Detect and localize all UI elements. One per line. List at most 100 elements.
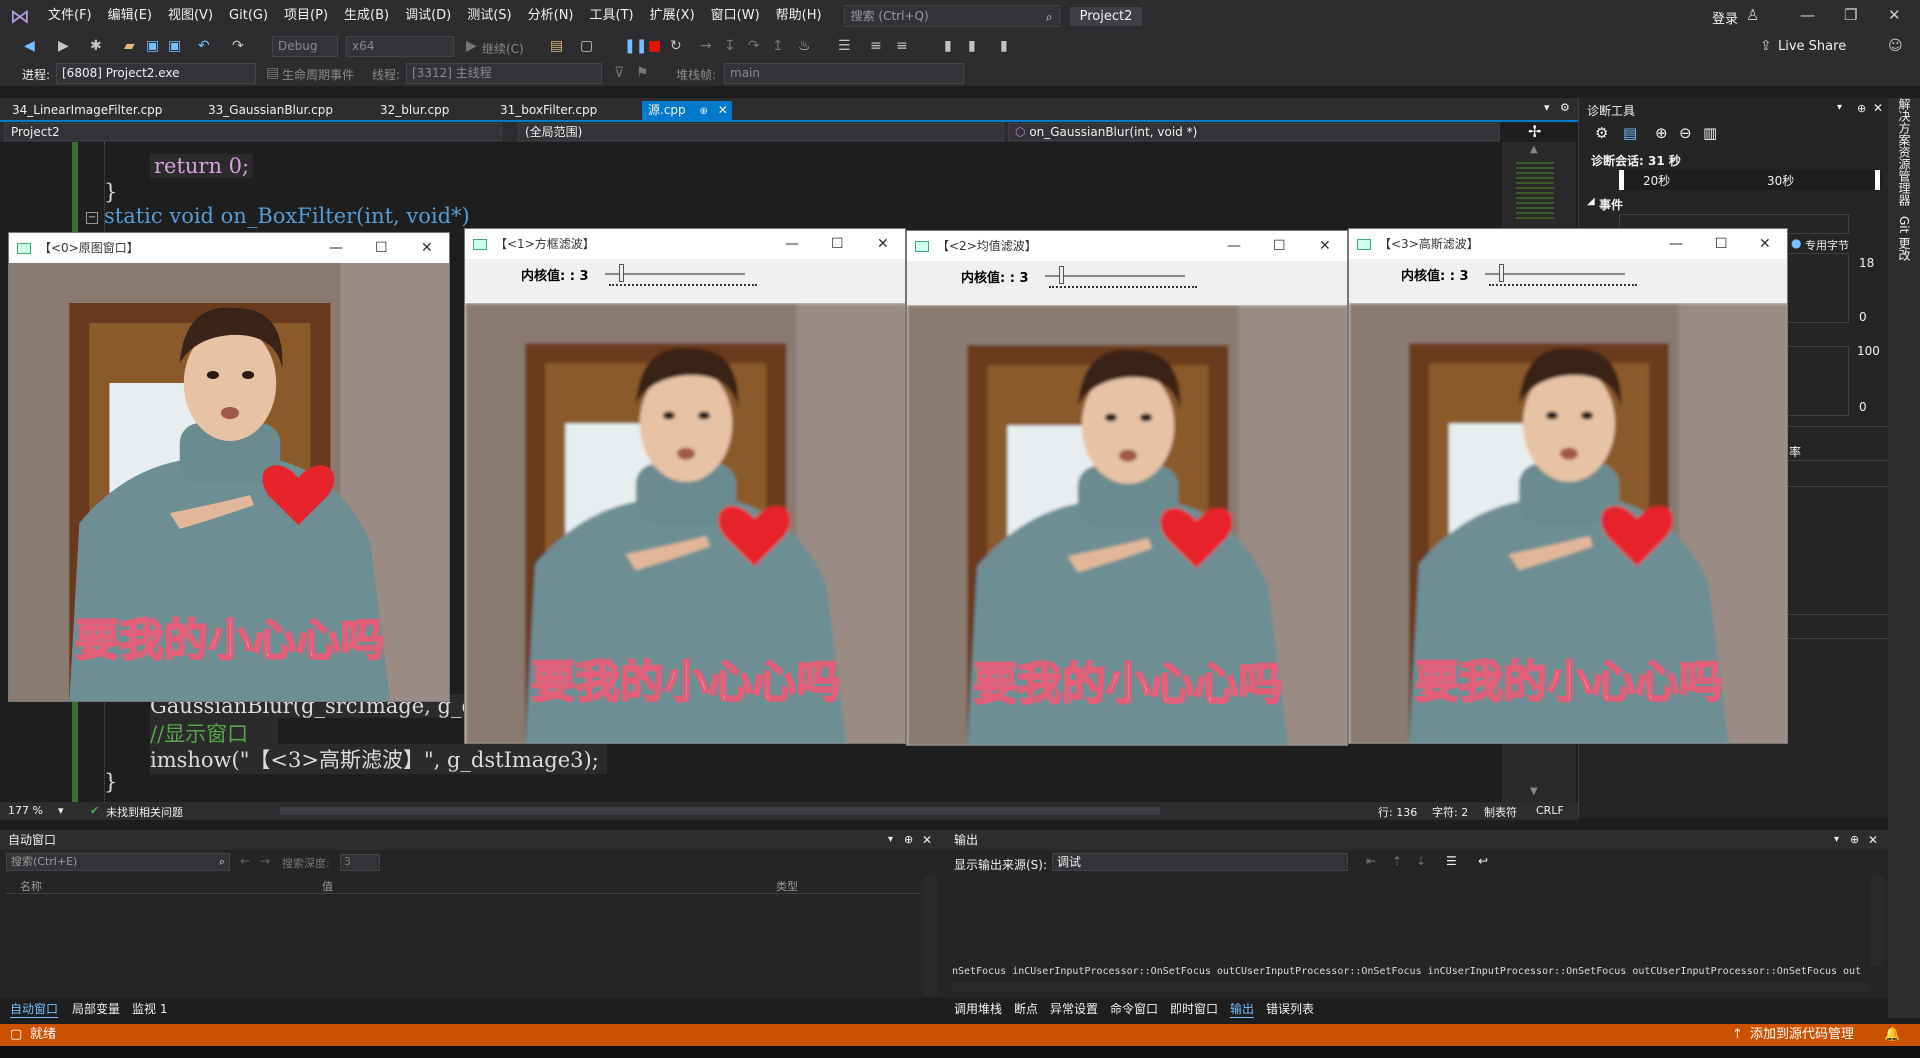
- restart-icon[interactable]: ↻: [670, 38, 682, 54]
- process-select[interactable]: [6808] Project2.exe: [56, 63, 256, 84]
- menu-build[interactable]: 生成(B): [336, 0, 397, 32]
- side-tab-git-changes[interactable]: Git 更改: [1896, 216, 1913, 261]
- events-collapse-icon[interactable]: ◢: [1587, 196, 1595, 207]
- col-type[interactable]: 类型: [776, 878, 798, 894]
- tab-output[interactable]: 输出: [1230, 1000, 1255, 1018]
- new-project-icon[interactable]: ✱: [90, 38, 102, 54]
- feedback-icon[interactable]: ☺: [1888, 38, 1903, 54]
- tab-command-window[interactable]: 命令窗口: [1110, 1000, 1158, 1017]
- close-icon[interactable]: ✕: [421, 233, 433, 263]
- minimize-icon[interactable]: —: [329, 233, 343, 263]
- timeline-ruler[interactable]: 20秒 30秒: [1619, 170, 1883, 190]
- open-folder-icon[interactable]: ▰: [124, 38, 135, 54]
- trackbar-rail[interactable]: [605, 273, 745, 275]
- tab-auto-window[interactable]: 自动窗口: [10, 1000, 59, 1018]
- panel-close-icon[interactable]: ✕: [1873, 101, 1883, 115]
- panel-close-icon[interactable]: ✕: [922, 830, 932, 850]
- pin-icon[interactable]: ⊕: [699, 106, 707, 117]
- auto-vertical-scrollbar[interactable]: [924, 876, 938, 996]
- reset-zoom-icon[interactable]: ▥: [1703, 124, 1717, 142]
- continue-icon[interactable]: ▶: [466, 38, 477, 54]
- cv-window-titlebar[interactable]: 【<1>方框滤波】 — ☐ ✕: [465, 229, 905, 259]
- split-editor-icon[interactable]: ✢: [1528, 122, 1541, 141]
- step-into-icon[interactable]: ↧: [724, 38, 736, 54]
- notification-icon[interactable]: 🔔: [1884, 1024, 1900, 1046]
- live-share-button[interactable]: Live Share: [1778, 39, 1846, 54]
- cv-window-titlebar[interactable]: 【<2>均值滤波】 — ☐ ✕: [907, 231, 1347, 261]
- menu-debug[interactable]: 调试(D): [397, 0, 459, 32]
- scroll-down-icon[interactable]: ▼: [1530, 786, 1538, 797]
- cv-window-mean-filter[interactable]: 【<2>均值滤波】 — ☐ ✕ 内核值: : 3 要我的小心心吗: [906, 230, 1348, 746]
- platform-select[interactable]: x64: [346, 36, 454, 57]
- minimize-icon[interactable]: —: [785, 229, 799, 259]
- project-scope-select[interactable]: Project2: [4, 123, 502, 141]
- comment-icon[interactable]: ☰: [838, 38, 851, 54]
- account-icon[interactable]: ♙: [1746, 6, 1759, 24]
- bookmark-icon[interactable]: ▮: [944, 38, 952, 54]
- zoom-level[interactable]: 177 %: [8, 804, 43, 817]
- menu-window[interactable]: 窗口(W): [703, 0, 768, 32]
- panel-close-icon[interactable]: ✕: [1868, 830, 1878, 850]
- word-wrap-icon[interactable]: ↩: [1478, 854, 1488, 868]
- menu-edit[interactable]: 编辑(E): [100, 0, 160, 32]
- maximize-icon[interactable]: ☐: [831, 229, 844, 259]
- kernel-trackbar[interactable]: 内核值: : 3: [907, 261, 1347, 291]
- cv-window-titlebar[interactable]: 【<0>原图窗口】 — ☐ ✕: [9, 233, 449, 263]
- show-next-statement-icon[interactable]: →: [700, 38, 712, 54]
- maximize-icon[interactable]: ☐: [375, 233, 388, 263]
- bookmark-next-icon[interactable]: ▮: [1000, 38, 1008, 54]
- tab-linear-image-filter[interactable]: 34_LinearImageFilter.cpp: [6, 101, 168, 120]
- tab-watch-1[interactable]: 监视 1: [132, 1000, 167, 1017]
- cv-window-original[interactable]: 【<0>原图窗口】 — ☐ ✕ 要我的小心心吗: [8, 232, 450, 702]
- close-icon[interactable]: ✕: [877, 229, 889, 259]
- search-forward-icon[interactable]: →: [260, 854, 270, 868]
- tab-call-stack[interactable]: 调用堆栈: [954, 1000, 1002, 1017]
- tab-gaussian-blur[interactable]: 33_GaussianBlur.cpp: [202, 101, 339, 120]
- search-depth-select[interactable]: 3: [340, 854, 380, 871]
- tabs-indicator[interactable]: 制表符: [1484, 804, 1517, 820]
- zoom-dropdown-icon[interactable]: ▾: [58, 804, 64, 817]
- outdent-icon[interactable]: ≡: [896, 38, 908, 54]
- panel-dropdown-icon[interactable]: ▾: [1834, 830, 1839, 850]
- diagnostics-icon[interactable]: ▤: [550, 38, 563, 54]
- tab-locals[interactable]: 局部变量: [72, 1000, 120, 1017]
- bookmark-prev-icon[interactable]: ▮: [968, 38, 976, 54]
- trackbar-thumb[interactable]: [1059, 266, 1064, 284]
- function-select[interactable]: ⬡ on_GaussianBlur(int, void *): [1008, 123, 1500, 141]
- panel-dropdown-icon[interactable]: ▾: [1837, 102, 1842, 113]
- save-all-icon[interactable]: ▣: [168, 38, 181, 54]
- lifecycle-events-button[interactable]: 生命周期事件: [282, 66, 354, 83]
- step-out-icon[interactable]: ↥: [772, 38, 784, 54]
- pin-icon[interactable]: ⊕: [1850, 830, 1859, 850]
- tab-box-filter[interactable]: 31_boxFilter.cpp: [494, 101, 603, 120]
- clear-all-icon[interactable]: ☰: [1446, 854, 1457, 868]
- screenshot-icon[interactable]: ▢: [580, 38, 593, 54]
- menu-tools[interactable]: 工具(T): [582, 0, 642, 32]
- configuration-select[interactable]: Debug: [272, 36, 338, 57]
- timeline-end-handle[interactable]: [1875, 170, 1880, 190]
- tab-settings-icon[interactable]: ⚙: [1560, 101, 1570, 114]
- next-message-icon[interactable]: ⇣: [1416, 854, 1426, 868]
- live-share-icon[interactable]: ⇪: [1760, 38, 1772, 54]
- trackbar-thumb[interactable]: [1499, 264, 1504, 282]
- close-icon[interactable]: ✕: [1319, 231, 1331, 261]
- cv-window-gaussian-filter[interactable]: 【<3>高斯滤波】 — ☐ ✕ 内核值: : 3 要我的小心心吗: [1348, 228, 1788, 744]
- prev-message-icon[interactable]: ⇡: [1392, 854, 1402, 868]
- menu-help[interactable]: 帮助(H): [768, 0, 830, 32]
- tab-dropdown-icon[interactable]: ▾: [1544, 101, 1550, 114]
- close-icon[interactable]: ✕: [1759, 229, 1771, 259]
- redo-icon[interactable]: ↷: [232, 38, 244, 54]
- search-input[interactable]: 搜索 (Ctrl+Q) ⌕: [843, 5, 1060, 27]
- menu-test[interactable]: 测试(S): [459, 0, 519, 32]
- lifecycle-icon[interactable]: ▤: [266, 65, 279, 81]
- hot-reload-icon[interactable]: ♨: [798, 38, 811, 54]
- minimize-icon[interactable]: —: [1669, 229, 1683, 259]
- menu-git[interactable]: Git(G): [221, 0, 276, 32]
- search-back-icon[interactable]: ←: [240, 854, 250, 868]
- flag-icon[interactable]: ⚑: [636, 65, 649, 81]
- maximize-icon[interactable]: ☐: [1715, 229, 1728, 259]
- menu-project[interactable]: 项目(P): [276, 0, 336, 32]
- minimize-icon[interactable]: —: [1227, 231, 1241, 261]
- continue-label[interactable]: 继续(C): [482, 40, 524, 57]
- menu-analyze[interactable]: 分析(N): [520, 0, 582, 32]
